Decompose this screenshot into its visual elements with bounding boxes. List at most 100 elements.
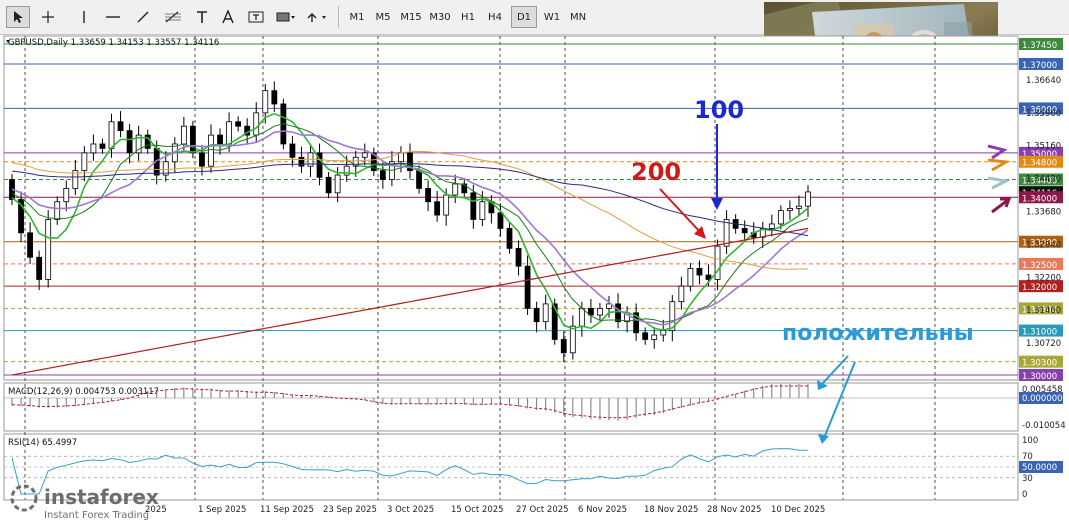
candle-body: [714, 245, 721, 280]
candle-body: [805, 191, 811, 207]
timeframe-h1-button[interactable]: H1: [455, 6, 481, 28]
candle-body: [190, 125, 196, 154]
candle-body: [470, 192, 477, 220]
candle-body: [741, 227, 748, 234]
timeframe-d1-button[interactable]: D1: [511, 6, 537, 28]
rsi-axis-tick: 100: [1022, 436, 1038, 446]
price-level-label: 1.37450: [1019, 38, 1063, 51]
timeframe-mn-button[interactable]: MN: [566, 6, 590, 28]
date-axis-tick: 23 Sep 2025: [323, 505, 377, 515]
price-level-text: 1.34800: [1022, 159, 1057, 169]
price-level-text: 1.37000: [1022, 61, 1057, 71]
price-level-text: 1.30000: [1022, 372, 1057, 382]
date-axis-tick: 15 Oct 2025: [451, 505, 504, 515]
candle-body: [723, 219, 730, 247]
price-axis-tick: 1.33680: [1026, 207, 1061, 217]
candle-body: [90, 143, 97, 154]
candle-body: [787, 207, 793, 212]
price-axis-tick: 1.36640: [1026, 76, 1061, 86]
candle-body: [379, 170, 386, 180]
chart-area[interactable]: 1.374501.370001.360001.350001.348001.344…: [0, 34, 1069, 524]
candle-body: [796, 205, 802, 209]
ma100-annotation: 100: [694, 96, 744, 124]
candle-body: [696, 267, 703, 276]
rsi-axis-tick: 70: [1022, 452, 1033, 462]
timeframe-m5-button[interactable]: M5: [370, 6, 396, 28]
positive-annotation: положительны: [782, 321, 974, 346]
candle-body: [443, 194, 450, 216]
candle-body: [452, 183, 459, 196]
candle-body: [199, 152, 205, 167]
label-tool-icon[interactable]: [216, 6, 240, 28]
price-level-label: 1.30000: [1019, 369, 1063, 382]
cursor-icon[interactable]: [6, 6, 30, 28]
timeframe-m15-button[interactable]: M15: [397, 6, 425, 28]
price-level-text: 1.30300: [1022, 359, 1057, 369]
candle-body: [678, 285, 685, 303]
arrows-icon[interactable]: [302, 6, 332, 28]
rsi-header: RSI(14) 65.4997: [8, 438, 77, 448]
date-axis-tick: 27 Oct 2025: [516, 505, 569, 515]
candle-body: [434, 201, 441, 216]
price-level-text: 1.31000: [1022, 328, 1057, 338]
price-axis-tick: 1.35160: [1026, 142, 1061, 152]
candle-body: [361, 152, 368, 158]
horizontal-line-icon[interactable]: [102, 6, 124, 28]
timeframe-h4-button[interactable]: H4: [482, 6, 508, 28]
candle-body: [524, 265, 531, 309]
candle-body: [497, 212, 504, 229]
rsi-axis-tick: 30: [1022, 474, 1033, 484]
macd-axis-tick: -0.010054: [1022, 421, 1066, 431]
chart-symbol-header: GBPUSD,Daily 1.33659 1.34153 1.33557 1.3…: [8, 38, 219, 48]
timeframe-w1-button[interactable]: W1: [539, 6, 565, 28]
price-axis-tick: 1.32940: [1026, 240, 1061, 250]
timeframe-m30-button[interactable]: M30: [426, 6, 454, 28]
candle-body: [36, 256, 43, 280]
candle-body: [126, 130, 133, 154]
candle-body: [298, 156, 305, 167]
candle-body: [651, 334, 658, 340]
svg-text:Instant Forex Trading: Instant Forex Trading: [44, 510, 149, 521]
candle-body: [45, 219, 52, 280]
candle-body: [560, 339, 567, 354]
ma200-annotation: 200: [631, 158, 681, 186]
price-level-text: 1.32500: [1022, 261, 1057, 271]
candle-body: [398, 152, 404, 163]
text-tool-icon[interactable]: [190, 6, 214, 28]
price-level-label: 1.34000: [1019, 191, 1063, 204]
date-axis-tick: 10 Dec 2025: [771, 505, 825, 515]
fibonacci-icon[interactable]: [160, 6, 186, 28]
candle-body: [533, 307, 540, 323]
candle-body: [325, 176, 332, 194]
crosshair-icon[interactable]: [36, 6, 60, 28]
price-level-text: 1.37450: [1022, 41, 1057, 51]
price-level-label: 1.34800: [1019, 155, 1063, 169]
candle-body: [542, 303, 549, 323]
shapes-icon[interactable]: [272, 6, 300, 28]
macd-axis-tick: 0.000000: [1022, 394, 1063, 404]
date-axis-tick: 1 Sep 2025: [198, 505, 246, 515]
price-level-label: 1.30300: [1019, 355, 1063, 369]
candle-body: [506, 227, 513, 249]
candle-body: [108, 121, 115, 149]
candle-body: [253, 112, 260, 136]
candle-body: [615, 303, 621, 323]
price-level-text: 1.34000: [1022, 194, 1057, 204]
candle-body: [334, 174, 341, 194]
candle-body: [226, 121, 232, 145]
text-label-box-icon[interactable]: [244, 6, 268, 28]
price-axis-tick: 1.30720: [1026, 339, 1061, 349]
candle-body: [271, 90, 278, 105]
vertical-line-icon[interactable]: [74, 6, 94, 28]
candle-body: [180, 125, 187, 145]
date-axis-tick: 28 Nov 2025: [707, 505, 761, 515]
trendline-icon[interactable]: [132, 6, 154, 28]
price-level-label: 1.37000: [1019, 57, 1063, 71]
timeframe-m1-button[interactable]: M1: [345, 6, 369, 28]
candle-body: [416, 170, 422, 189]
candle-body: [425, 187, 431, 203]
candle-body: [777, 210, 784, 225]
toolbar-separator: [338, 6, 339, 28]
price-level-label: 1.31000: [1019, 324, 1063, 338]
instaforex-logo: instaforexInstant Forex Trading: [10, 484, 159, 521]
